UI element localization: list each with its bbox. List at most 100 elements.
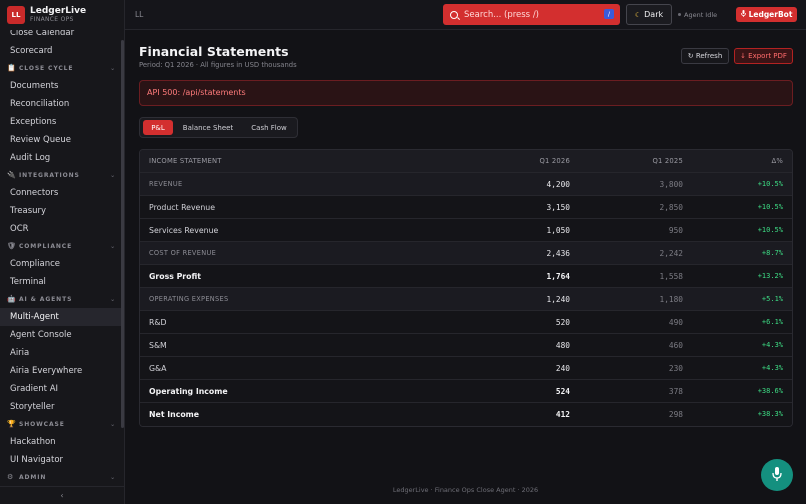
sidebar-item-exceptions[interactable]: Exceptions — [0, 113, 124, 131]
voice-assistant-button[interactable] — [761, 459, 793, 491]
row-label: S&M — [149, 341, 167, 350]
sidebar-section-label: CLOSE CYCLE — [19, 65, 74, 72]
tab-pnl[interactable]: P&L — [143, 120, 173, 135]
page-title: Financial Statements — [139, 44, 289, 59]
row-delta: +6.1% — [761, 318, 783, 326]
breadcrumb[interactable]: LL — [135, 10, 143, 19]
sidebar-section-ai-agents[interactable]: 🤖 AI & AGENTS ⌄ — [0, 291, 124, 308]
sidebar-section-integrations[interactable]: 🔌 INTEGRATIONS ⌄ — [0, 167, 124, 184]
sidebar: Close Calendar Scorecard 📋 CLOSE CYCLE ⌄ Docu… — [0, 0, 125, 504]
brand-logo: LL — [7, 6, 25, 24]
ledgerbot-label: LedgerBot — [748, 10, 793, 19]
row-label: Product Revenue — [149, 203, 216, 212]
chevron-down-icon: ⌄ — [110, 65, 116, 72]
row-prior-value: 378 — [668, 387, 683, 396]
sidebar-item-hackathon[interactable]: Hackathon — [0, 433, 124, 451]
brand-subtitle: FINANCE OPS — [30, 16, 74, 23]
row-label: REVENUE — [149, 180, 183, 188]
header-delta[interactable]: Δ% — [771, 150, 783, 173]
row-delta: +8.7% — [761, 249, 783, 257]
row-prior-value: 460 — [668, 341, 683, 350]
sidebar-section-admin[interactable]: ⚙ ADMIN ⌄ — [0, 469, 124, 486]
header-q1-2025[interactable]: Q1 2025 — [652, 150, 683, 173]
footer: LedgerLive · Finance Ops Close Agent · 2… — [392, 486, 539, 494]
row-q1-value: 520 — [555, 318, 570, 327]
sidebar-item-airia[interactable]: Airia — [0, 344, 124, 362]
sidebar-item-connectors[interactable]: Connectors — [0, 184, 124, 202]
tab-balance-sheet[interactable]: Balance Sheet — [176, 120, 240, 135]
row-label: OPERATING EXPENSES — [149, 295, 229, 303]
tab-cash-flow[interactable]: Cash Flow — [243, 120, 295, 135]
row-delta: +13.2% — [757, 272, 783, 280]
row-prior-value: 3,800 — [659, 180, 683, 189]
robot-icon: 🤖 — [7, 295, 17, 303]
sidebar-item-gradient-ai[interactable]: Gradient AI — [0, 380, 124, 398]
sidebar-section-compliance[interactable]: 🛡 COMPLIANCE ⌄ — [0, 238, 124, 255]
row-prior-value: 2,242 — [659, 249, 683, 258]
refresh-button[interactable]: ↻ Refresh — [681, 48, 729, 64]
table-row: OPERATING EXPENSES 1,240 1,180 +5.1% — [140, 288, 792, 311]
table-header-row: INCOME STATEMENT Q1 2026 Q1 2025 Δ% — [140, 150, 792, 173]
row-prior-value: 298 — [668, 410, 683, 419]
table-row: REVENUE 4,200 3,800 +10.5% — [140, 173, 792, 196]
chevron-down-icon: ⌄ — [110, 421, 116, 428]
sidebar-item-scorecard[interactable]: Scorecard — [0, 42, 124, 60]
sidebar-item-ui-navigator[interactable]: UI Navigator — [0, 451, 124, 469]
row-prior-value: 2,850 — [659, 203, 683, 212]
sidebar-item-terminal[interactable]: Terminal — [0, 273, 124, 291]
brand-text: LedgerLive FINANCE OPS — [30, 6, 86, 24]
row-q1-value: 480 — [555, 341, 570, 350]
sidebar-item-compliance[interactable]: Compliance — [0, 255, 124, 273]
error-banner: API 500: /api/statements — [139, 80, 793, 106]
statement-tabs: P&L Balance Sheet Cash Flow — [139, 117, 298, 138]
sidebar-item-audit-log[interactable]: Audit Log — [0, 149, 124, 167]
row-label: Operating Income — [149, 387, 228, 396]
brand-name: LedgerLive — [30, 6, 87, 16]
row-delta: +4.3% — [761, 341, 783, 349]
sidebar-section-label: ADMIN — [19, 474, 47, 481]
sidebar-section-showcase[interactable]: 🏆 SHOWCASE ⌄ — [0, 416, 124, 433]
sidebar-section-label: SHOWCASE — [19, 421, 65, 428]
sidebar-item-multi-agent[interactable]: Multi-Agent — [0, 308, 124, 326]
sidebar-section-close-cycle[interactable]: 📋 CLOSE CYCLE ⌄ — [0, 60, 124, 77]
chevron-down-icon: ⌄ — [110, 243, 116, 250]
row-q1-value: 1,050 — [546, 226, 570, 235]
sidebar-item-ocr[interactable]: OCR — [0, 220, 124, 238]
table-row: Net Income 412 298 +38.3% — [140, 403, 792, 426]
sidebar-item-treasury[interactable]: Treasury — [0, 202, 124, 220]
row-delta: +4.3% — [761, 364, 783, 372]
sidebar-item-storyteller[interactable]: Storyteller — [0, 398, 124, 416]
table-row: Operating Income 524 378 +38.6% — [140, 380, 792, 403]
sidebar-item-review-queue[interactable]: Review Queue — [0, 131, 124, 149]
row-delta: +38.6% — [757, 387, 783, 395]
ledgerbot-button[interactable]: LedgerBot — [736, 7, 797, 22]
sidebar-section-label: AI & AGENTS — [19, 296, 73, 303]
row-q1-value: 240 — [555, 364, 570, 373]
row-label: COST OF REVENUE — [149, 249, 217, 257]
row-delta: +10.5% — [757, 203, 783, 211]
moon-icon: ☾ — [634, 10, 642, 19]
row-delta: +38.3% — [757, 410, 783, 418]
microphone-icon — [772, 466, 782, 485]
table-row: COST OF REVENUE 2,436 2,242 +8.7% — [140, 242, 792, 265]
sidebar-collapse-button[interactable]: ‹ — [0, 486, 124, 504]
sidebar-scrollbar[interactable] — [121, 40, 124, 428]
brand[interactable]: LL LedgerLive FINANCE OPS — [0, 0, 124, 30]
topbar: LL Search... (press /) / ☾ Dark Agent Id… — [125, 0, 806, 30]
header-q1-2026[interactable]: Q1 2026 — [539, 150, 570, 173]
search-placeholder: Search... (press /) — [464, 9, 539, 20]
theme-toggle-button[interactable]: ☾ Dark — [626, 4, 672, 25]
export-pdf-button[interactable]: ↓ Export PDF — [734, 48, 793, 64]
search-icon — [450, 10, 458, 19]
sidebar-item-agent-console[interactable]: Agent Console — [0, 326, 124, 344]
sidebar-item-documents[interactable]: Documents — [0, 77, 124, 95]
sidebar-item-reconciliation[interactable]: Reconciliation — [0, 95, 124, 113]
row-prior-value: 1,558 — [659, 272, 683, 281]
row-q1-value: 524 — [555, 387, 570, 396]
search-input[interactable]: Search... (press /) / — [443, 4, 620, 25]
clipboard-icon: 📋 — [7, 64, 17, 72]
table-row: G&A 240 230 +4.3% — [140, 357, 792, 380]
row-label: Services Revenue — [149, 226, 219, 235]
sidebar-item-airia-everywhere[interactable]: Airia Everywhere — [0, 362, 124, 380]
sidebar-section-label: INTEGRATIONS — [19, 172, 80, 179]
